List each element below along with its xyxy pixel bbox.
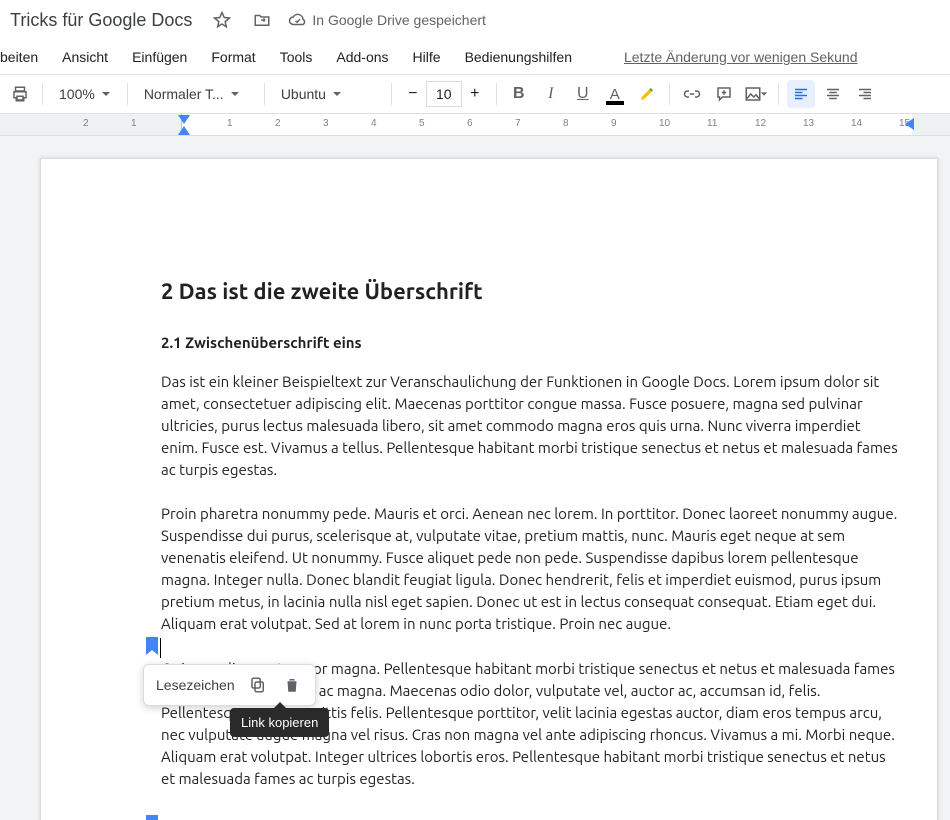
ruler-tick: 1	[131, 118, 137, 129]
copy-link-button[interactable]	[247, 674, 269, 696]
insert-image-button[interactable]	[742, 80, 770, 108]
ruler-tick: 8	[563, 118, 569, 129]
text-cursor	[160, 638, 161, 658]
menu-addons[interactable]: Add-ons	[336, 49, 388, 65]
move-icon[interactable]	[248, 6, 276, 34]
separator	[669, 83, 670, 105]
zoom-select[interactable]: 100%	[51, 80, 119, 108]
bookmark-icon[interactable]	[145, 637, 159, 655]
highlight-button[interactable]	[633, 80, 661, 108]
first-line-indent-marker[interactable]	[178, 115, 190, 124]
italic-button[interactable]: I	[537, 80, 565, 108]
ruler-tick: 4	[371, 118, 377, 129]
ruler-tick: 2	[83, 118, 89, 129]
ruler-tick: 14	[851, 118, 862, 129]
text-color-button[interactable]: A	[601, 80, 629, 108]
ruler-tick: 7	[515, 118, 521, 129]
menu-help[interactable]: Hilfe	[413, 49, 441, 65]
insert-comment-button[interactable]	[710, 80, 738, 108]
title-bar: Tricks für Google Docs In Google Drive g…	[0, 0, 950, 40]
document-canvas[interactable]: 2 Das ist die zweite Überschrift 2.1 Zwi…	[0, 136, 950, 820]
ruler-tick: 6	[467, 118, 473, 129]
left-indent-marker[interactable]	[178, 126, 190, 135]
menu-tools[interactable]: Tools	[280, 49, 313, 65]
ruler-margin-left	[0, 114, 182, 135]
chevron-down-icon	[332, 86, 342, 102]
separator	[42, 83, 43, 105]
bookmark-popup-label: Lesezeichen	[156, 677, 235, 693]
paragraph-style-select[interactable]: Normaler T...	[136, 80, 256, 108]
ruler-tick: 2	[275, 118, 281, 129]
decrease-fontsize-button[interactable]: −	[400, 81, 426, 107]
menu-edit[interactable]: beiten	[0, 49, 38, 65]
print-icon[interactable]	[6, 80, 34, 108]
zoom-value: 100%	[59, 86, 95, 102]
tooltip-text: Link kopieren	[241, 715, 318, 730]
menu-insert[interactable]: Einfügen	[132, 49, 187, 65]
menu-accessibility[interactable]: Bedienungshilfen	[465, 49, 572, 65]
bookmark-icon[interactable]	[145, 815, 159, 820]
align-left-button[interactable]	[787, 80, 815, 108]
title-icons: In Google Drive gespeichert	[208, 6, 486, 34]
page[interactable]: 2 Das ist die zweite Überschrift 2.1 Zwi…	[40, 158, 938, 820]
bold-button[interactable]: B	[505, 80, 533, 108]
ruler-tick: 5	[419, 118, 425, 129]
separator	[127, 83, 128, 105]
ruler-tick: 10	[659, 118, 670, 129]
underline-button[interactable]: U	[569, 80, 597, 108]
separator	[496, 83, 497, 105]
chevron-down-icon	[230, 86, 240, 102]
font-select[interactable]: Ubuntu	[273, 80, 383, 108]
ruler-tick: 3	[323, 118, 329, 129]
chevron-down-icon	[101, 86, 111, 102]
ruler-tick: 13	[803, 118, 814, 129]
document-title[interactable]: Tricks für Google Docs	[4, 6, 198, 35]
ruler[interactable]: 21123456789101112131415	[0, 114, 950, 136]
separator	[778, 83, 779, 105]
drive-status[interactable]: In Google Drive gespeichert	[288, 11, 486, 29]
font-size-group: − 10 +	[400, 81, 488, 107]
paragraph-style-value: Normaler T...	[144, 86, 224, 102]
star-icon[interactable]	[208, 6, 236, 34]
drive-status-text: In Google Drive gespeichert	[312, 12, 486, 28]
insert-link-button[interactable]	[678, 80, 706, 108]
menu-bar: beiten Ansicht Einfügen Format Tools Add…	[0, 40, 950, 74]
menu-view[interactable]: Ansicht	[62, 49, 108, 65]
ruler-tick: 12	[755, 118, 766, 129]
font-size-input[interactable]: 10	[426, 81, 462, 107]
menu-format[interactable]: Format	[211, 49, 255, 65]
toolbar: 100% Normaler T... Ubuntu − 10 + B I U A	[0, 74, 950, 114]
ruler-tick: 1	[227, 118, 233, 129]
right-indent-marker[interactable]	[905, 118, 914, 130]
last-change-link[interactable]: Letzte Änderung vor wenigen Sekund	[624, 49, 858, 65]
tooltip: Link kopieren	[230, 708, 329, 737]
ruler-tick: 9	[611, 118, 617, 129]
align-right-button[interactable]	[851, 80, 879, 108]
align-center-button[interactable]	[819, 80, 847, 108]
separator	[391, 83, 392, 105]
heading-2[interactable]: 2 Das ist die zweite Überschrift	[161, 279, 901, 304]
ruler-tick: 11	[707, 118, 717, 129]
ruler-margin-right	[912, 114, 950, 135]
paragraph[interactable]: Proin pharetra nonummy pede. Mauris et o…	[161, 503, 901, 635]
delete-bookmark-button[interactable]	[281, 674, 303, 696]
font-value: Ubuntu	[281, 86, 326, 102]
heading-3[interactable]: 2.1 Zwischenüberschrift eins	[161, 334, 901, 351]
bookmark-popup: Lesezeichen	[143, 664, 316, 706]
separator	[264, 83, 265, 105]
paragraph[interactable]: Das ist ein kleiner Beispieltext zur Ver…	[161, 371, 901, 481]
increase-fontsize-button[interactable]: +	[462, 81, 488, 107]
